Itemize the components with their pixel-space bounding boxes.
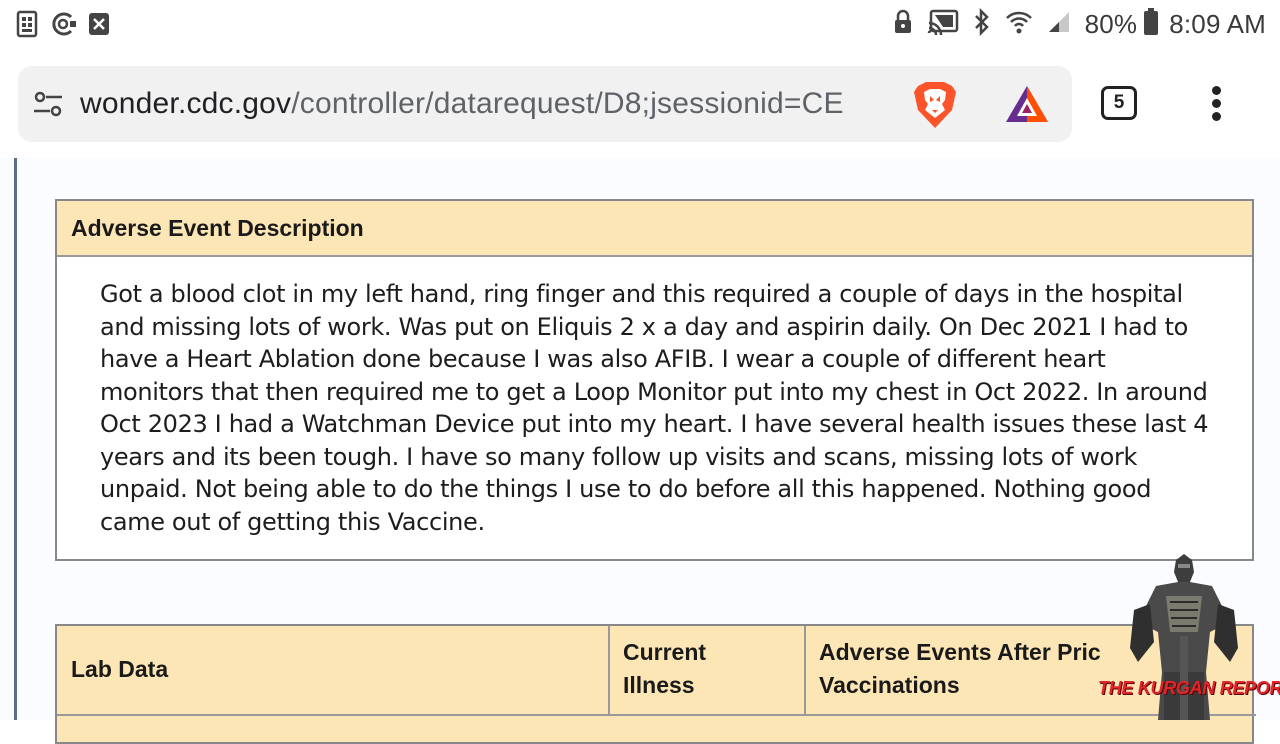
url-host: wonder.cdc.gov (80, 87, 292, 120)
lab-data-label: Lab Data (71, 656, 169, 682)
close-box-icon (88, 12, 110, 40)
clock: 8:09 AM (1169, 8, 1266, 39)
status-bar: 80% 8:09 AM (0, 0, 1280, 50)
address-bar[interactable]: wonder.cdc.gov/controller/datarequest/D8… (18, 66, 1072, 142)
sim-card-icon (16, 10, 38, 42)
column-divider (804, 626, 806, 716)
prior-vaccination-events-label: Adverse Events After Pric Vaccinations (819, 639, 1101, 698)
signal-icon (1047, 10, 1071, 38)
page-content: Adverse Event Description Got a blood cl… (0, 158, 1280, 744)
adverse-event-description-text: Got a blood clot in my left hand, ring f… (100, 280, 1209, 536)
status-right-cluster: 80% 8:09 AM (893, 6, 1266, 42)
tab-switcher-button[interactable]: 5 (1101, 86, 1137, 120)
more-vert-icon[interactable] (1204, 84, 1230, 124)
lock-icon (893, 9, 913, 39)
bat-rewards-icon[interactable] (1004, 84, 1050, 128)
prior-vaccination-events-header: Adverse Events After Pric Vaccinations (819, 626, 1139, 716)
lab-data-header: Lab Data (71, 626, 601, 716)
battery-percent: 80% (1084, 8, 1138, 39)
url-path: /controller/datarequest/D8;jsessionid=CE (291, 87, 844, 120)
page-left-border (14, 158, 17, 720)
adverse-event-description-header: Adverse Event Description (57, 201, 1252, 257)
wifi-icon (1005, 9, 1033, 39)
current-illness-header: Current Illness (623, 626, 783, 716)
tune-icon[interactable] (32, 88, 64, 124)
current-illness-label: Current Illness (623, 639, 707, 698)
url-text[interactable]: wonder.cdc.gov/controller/datarequest/D8… (80, 84, 912, 124)
lab-data-table: Lab Data Current Illness Adverse Events … (55, 624, 1256, 744)
cast-icon (927, 9, 959, 39)
bluetooth-icon (973, 7, 991, 40)
voice-assistant-icon (50, 11, 78, 41)
brave-lion-icon[interactable] (912, 80, 958, 134)
table-row-divider (57, 714, 1256, 716)
battery-icon (1143, 8, 1159, 40)
column-divider (608, 626, 610, 716)
watermark-text: THE KURGAN REPORT (1098, 678, 1280, 698)
adverse-event-description-box: Adverse Event Description Got a blood cl… (55, 199, 1254, 561)
